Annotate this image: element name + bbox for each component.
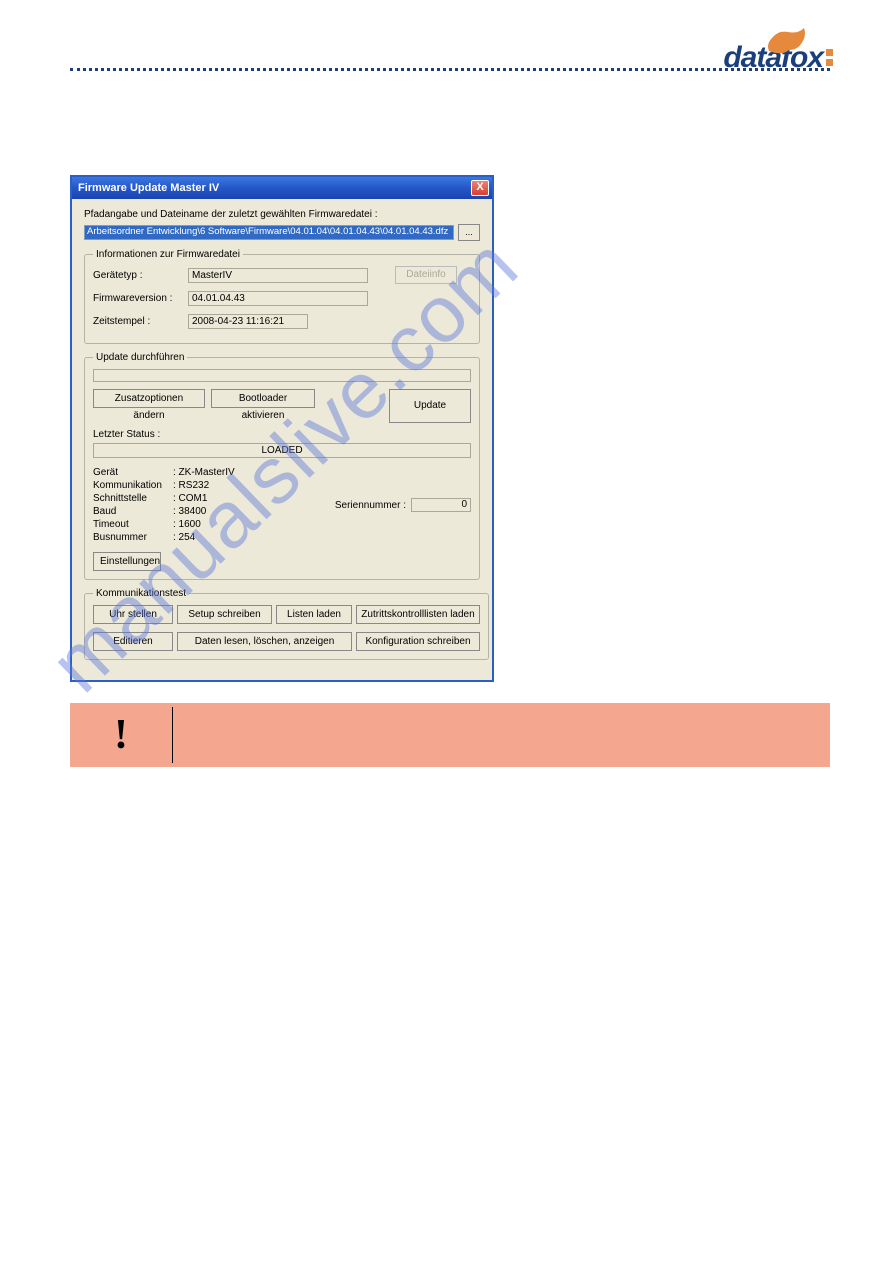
device-type-label: Gerätetyp : — [93, 270, 188, 281]
update-group: Update durchführen Zusatzoptionen ändern… — [84, 352, 480, 580]
timestamp-label: Zeitstempel : — [93, 316, 188, 327]
baud-label: Baud — [93, 505, 173, 518]
path-input[interactable]: Arbeitsordner Entwicklung\6 Software\Fir… — [84, 225, 454, 240]
update-legend: Update durchführen — [93, 352, 187, 363]
fileinfo-button[interactable]: Dateiinfo — [395, 266, 457, 284]
serial-value: 0 — [411, 498, 471, 512]
write-config-button[interactable]: Konfiguration schreiben — [356, 632, 480, 651]
firmware-version-label: Firmwareversion : — [93, 293, 188, 304]
interface-value: : COM1 — [173, 493, 207, 504]
firmware-version-value: 04.01.04.43 — [188, 291, 368, 306]
device-value: : ZK-MasterIV — [173, 467, 235, 478]
load-access-lists-button[interactable]: Zutrittskontrolllisten laden — [356, 605, 480, 624]
timeout-value: : 1600 — [173, 519, 201, 530]
progress-bar — [93, 369, 471, 382]
last-status-label: Letzter Status : — [93, 429, 471, 440]
communication-test-group: Kommunikationstest Uhr stellen Setup sch… — [84, 588, 489, 660]
browse-button[interactable]: ... — [458, 224, 480, 241]
device-info-table: Gerät: ZK-MasterIV Kommunikation: RS232 … — [93, 466, 235, 544]
communication-value: : RS232 — [173, 480, 209, 491]
close-button[interactable]: X — [471, 180, 489, 196]
baud-value: : 38400 — [173, 506, 206, 517]
firmware-info-legend: Informationen zur Firmwaredatei — [93, 249, 243, 260]
titlebar[interactable]: Firmware Update Master IV X — [72, 177, 492, 199]
caution-box: ! — [70, 703, 830, 767]
busnumber-value: : 254 — [173, 532, 195, 543]
write-setup-button[interactable]: Setup schreiben — [177, 605, 272, 624]
interface-label: Schnittstelle — [93, 492, 173, 505]
close-icon: X — [476, 181, 483, 193]
firmware-update-dialog: Firmware Update Master IV X Pfadangabe u… — [70, 175, 494, 682]
device-label: Gerät — [93, 466, 173, 479]
fox-icon — [764, 26, 809, 56]
caution-divider — [172, 707, 173, 763]
timestamp-value: 2008-04-23 11:16:21 — [188, 314, 308, 329]
edit-button[interactable]: Editieren — [93, 632, 173, 651]
communication-label: Kommunikation — [93, 479, 173, 492]
logo-colon-icon — [826, 46, 833, 69]
logo: datafox — [668, 30, 833, 85]
firmware-info-group: Informationen zur Firmwaredatei Dateiinf… — [84, 249, 480, 344]
bootloader-activate-button[interactable]: Bootloader aktivieren — [211, 389, 315, 408]
busnumber-label: Busnummer — [93, 531, 173, 544]
additional-options-button[interactable]: Zusatzoptionen ändern — [93, 389, 205, 408]
serial-label: Seriennummer : — [335, 500, 406, 511]
dialog-body: Pfadangabe und Dateiname der zuletzt gew… — [72, 199, 492, 680]
device-type-value: MasterIV — [188, 268, 368, 283]
settings-button[interactable]: Einstellungen — [93, 552, 161, 571]
status-value: LOADED — [93, 443, 471, 458]
path-label: Pfadangabe und Dateiname der zuletzt gew… — [84, 209, 480, 220]
dialog-title: Firmware Update Master IV — [78, 182, 219, 194]
set-clock-button[interactable]: Uhr stellen — [93, 605, 173, 624]
communication-test-legend: Kommunikationstest — [93, 588, 189, 599]
caution-icon: ! — [70, 703, 172, 767]
update-button[interactable]: Update — [389, 389, 471, 423]
load-lists-button[interactable]: Listen laden — [276, 605, 352, 624]
data-read-delete-show-button[interactable]: Daten lesen, löschen, anzeigen — [177, 632, 352, 651]
timeout-label: Timeout — [93, 518, 173, 531]
